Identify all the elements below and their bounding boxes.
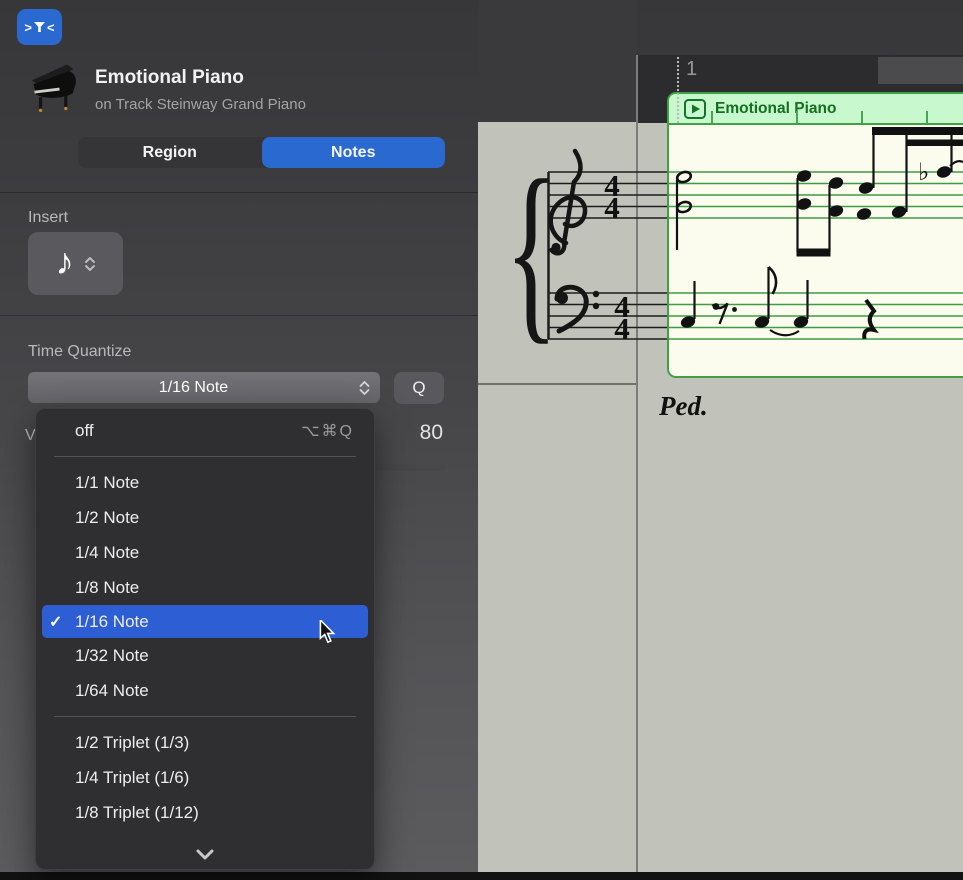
menu-item-label: 1/2 Note — [75, 508, 139, 528]
editor-subtitle: on Track Steinway Grand Piano — [95, 96, 306, 113]
time-quantize-select[interactable]: 1/16 Note — [28, 372, 380, 403]
chevron-left-icon: < — [47, 20, 55, 35]
pedal-marking: Ped. — [659, 391, 708, 422]
menu-item-label: 1/4 Note — [75, 543, 139, 563]
section-divider — [0, 315, 478, 316]
window-bottom-edge — [0, 872, 963, 880]
menu-divider — [54, 716, 356, 717]
chevron-right-icon: > — [24, 20, 32, 35]
ruler-overview-box — [878, 57, 963, 84]
playhead-line[interactable] — [677, 57, 679, 123]
up-down-chevrons-icon — [84, 256, 96, 272]
insert-note-value-button[interactable]: ♪ — [28, 232, 123, 295]
time-quantize-value: 1/16 Note — [28, 379, 359, 397]
eighth-note-icon: ♪ — [55, 243, 74, 280]
garageband-editor-window: > < Emotional Piano on Track Steinway Gr… — [0, 0, 963, 880]
menu-item-1-4-triplet-1-6-[interactable]: 1/4 Triplet (1/6) — [36, 760, 374, 795]
velocity-value: 80 — [405, 421, 443, 445]
region-name-label: Emotional Piano — [715, 100, 836, 118]
menu-item-1-1-note[interactable]: 1/1 Note — [36, 465, 374, 500]
menu-item-label: 1/8 Triplet (1/12) — [75, 803, 199, 823]
menu-item-label: 1/64 Note — [75, 681, 149, 701]
time-quantize-label: Time Quantize — [28, 343, 131, 361]
beat-tick — [861, 111, 863, 123]
menu-item-label: 1/32 Note — [75, 646, 149, 666]
q-button-label: Q — [412, 378, 425, 398]
section-divider — [0, 192, 478, 193]
note-event-filter-button[interactable]: > < — [17, 9, 62, 45]
tab-notes[interactable]: Notes — [262, 137, 446, 168]
menu-item-label: 1/8 Note — [75, 578, 139, 598]
midi-region-emotional-piano[interactable]: Emotional Piano — [667, 92, 963, 378]
beat-tick — [796, 111, 798, 123]
mouse-cursor — [316, 620, 338, 644]
menu-item-label: off — [75, 421, 94, 441]
region-notes-segmented-control: Region Notes — [78, 137, 445, 168]
system-separator-line — [478, 383, 636, 385]
tab-region[interactable]: Region — [78, 137, 262, 168]
system-brace: { — [505, 156, 558, 346]
menu-item-shortcut: ⌥⌘Q — [301, 421, 354, 441]
beat-tick — [711, 111, 713, 123]
chevron-down-icon[interactable] — [196, 849, 214, 860]
score-margin-header — [478, 0, 637, 122]
pane-divider — [636, 55, 638, 872]
menu-item-1-64-note[interactable]: 1/64 Note — [36, 673, 374, 708]
editor-title: Emotional Piano — [95, 67, 244, 89]
region-header[interactable]: Emotional Piano — [669, 94, 963, 125]
menu-item-label: 1/2 Triplet (1/3) — [75, 733, 189, 753]
menu-item-1-2-note[interactable]: 1/2 Note — [36, 500, 374, 535]
menu-item-1-4-note[interactable]: 1/4 Note — [36, 535, 374, 570]
menu-item-label: 1/1 Note — [75, 473, 139, 493]
menu-item-label: 1/4 Triplet (1/6) — [75, 768, 189, 788]
up-down-chevrons-icon — [359, 380, 370, 396]
menu-item-off[interactable]: off ⌥⌘Q — [36, 413, 374, 448]
play-icon[interactable] — [683, 98, 707, 120]
funnel-icon — [34, 22, 45, 33]
beat-tick — [926, 111, 928, 123]
menu-item-1-8-triplet-1-12-[interactable]: 1/8 Triplet (1/12) — [36, 795, 374, 830]
menu-item-1-8-note[interactable]: 1/8 Note — [36, 570, 374, 605]
menu-divider — [54, 456, 356, 457]
menu-item-label: 1/16 Note — [75, 612, 149, 632]
bar-number-label: 1 — [686, 58, 697, 81]
menu-item-1-2-triplet-1-3-[interactable]: 1/2 Triplet (1/3) — [36, 725, 374, 760]
insert-label: Insert — [28, 209, 68, 227]
quantize-strength-button[interactable]: Q — [394, 372, 444, 404]
grand-piano-icon — [25, 60, 81, 114]
checkmark-icon: ✓ — [49, 612, 75, 632]
